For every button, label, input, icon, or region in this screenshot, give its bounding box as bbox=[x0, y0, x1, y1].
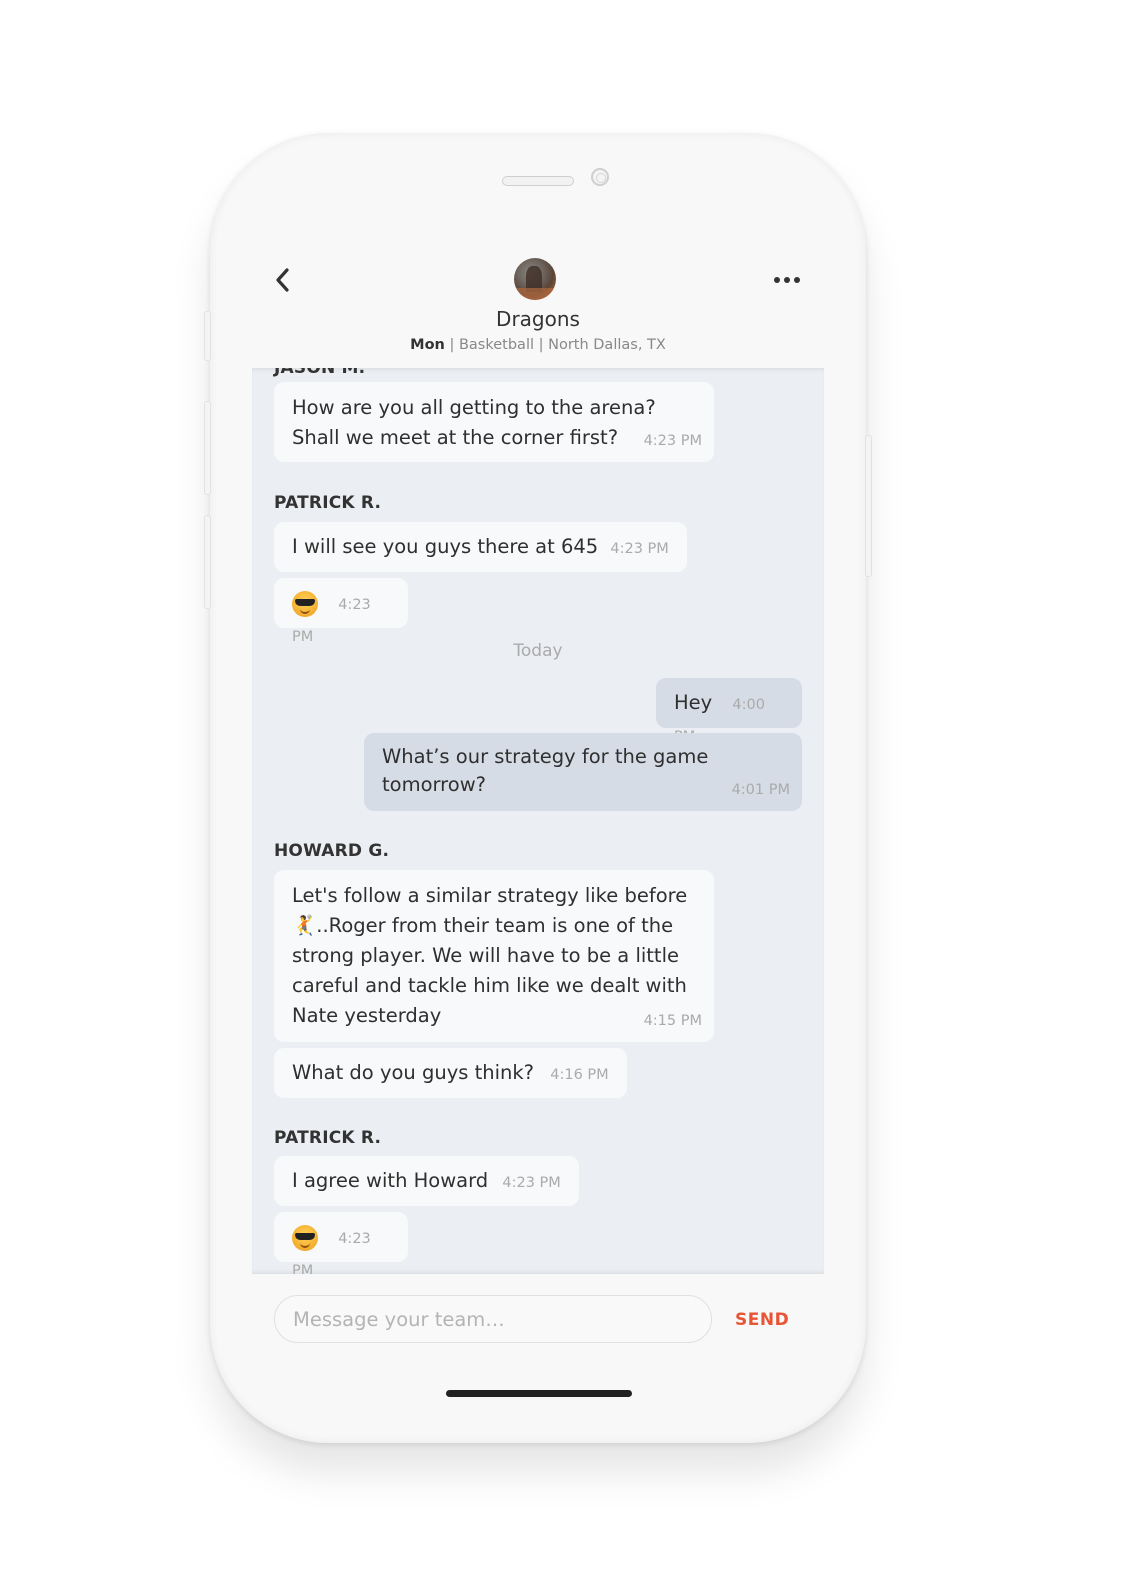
phone-frame: Dragons Mon | Basketball | North Dallas,… bbox=[204, 133, 872, 1443]
ellipsis-horizontal-icon bbox=[774, 277, 780, 283]
sunglasses-emoji-icon bbox=[292, 590, 318, 617]
my-message-bubble[interactable]: What’s our strategy for the game tomorro… bbox=[364, 733, 802, 811]
message-text: 🤾..Roger from their team is one of the bbox=[292, 914, 674, 937]
message-bubble[interactable]: Let's follow a similar strategy like bef… bbox=[274, 870, 714, 1042]
power-button bbox=[865, 435, 872, 577]
front-camera bbox=[591, 168, 609, 186]
volume-up-button bbox=[204, 401, 211, 495]
message-time: 4:16 PM bbox=[550, 1067, 609, 1083]
ellipsis-dot bbox=[784, 277, 790, 283]
send-button[interactable]: SEND bbox=[735, 1310, 789, 1330]
message-text: Hey bbox=[674, 691, 713, 714]
team-day: Mon bbox=[410, 337, 445, 353]
message-list[interactable]: JASON M. How are you all getting to the … bbox=[252, 368, 824, 1274]
sender-name: JASON M. bbox=[274, 368, 366, 378]
message-text: What’s our strategy for the game bbox=[382, 745, 709, 768]
team-details: | Basketball | North Dallas, TX bbox=[444, 337, 666, 353]
mute-switch bbox=[204, 311, 211, 361]
message-bubble[interactable]: 4:23 PM bbox=[274, 578, 408, 645]
message-text: Nate yesterday bbox=[292, 1004, 442, 1027]
message-time: 4:23 PM bbox=[643, 433, 702, 449]
message-time: 4:23 PM bbox=[610, 541, 669, 557]
volume-down-button bbox=[204, 515, 211, 609]
message-input[interactable] bbox=[274, 1295, 712, 1343]
sender-name: HOWARD G. bbox=[274, 841, 390, 861]
message-text: What do you guys think? bbox=[292, 1061, 535, 1084]
message-text: How are you all getting to the arena? bbox=[292, 396, 656, 419]
back-button[interactable] bbox=[272, 267, 296, 293]
team-info: Mon | Basketball | North Dallas, TX bbox=[252, 337, 824, 353]
message-bubble[interactable]: What do you guys think? 4:16 PM bbox=[274, 1048, 627, 1098]
chat-header: Dragons Mon | Basketball | North Dallas,… bbox=[252, 253, 824, 368]
sunglasses-emoji-icon bbox=[292, 1224, 318, 1251]
message-time: 4:01 PM bbox=[731, 782, 790, 798]
message-bubble[interactable]: I agree with Howard 4:23 PM bbox=[274, 1156, 579, 1206]
message-bubble[interactable]: How are you all getting to the arena? Sh… bbox=[274, 382, 714, 462]
message-text: careful and tackle him like we dealt wit… bbox=[292, 974, 687, 997]
home-indicator[interactable] bbox=[446, 1390, 632, 1397]
my-message-bubble[interactable]: Hey 4:00 PM bbox=[656, 678, 802, 745]
team-avatar[interactable] bbox=[514, 258, 556, 300]
ellipsis-dot bbox=[794, 277, 800, 283]
team-name: Dragons bbox=[496, 307, 580, 331]
message-time: 4:23 PM bbox=[502, 1175, 561, 1191]
day-separator: Today bbox=[513, 641, 563, 661]
message-text: tomorrow? bbox=[382, 773, 486, 796]
message-text: I will see you guys there at 645 bbox=[292, 535, 599, 558]
message-text: Let's follow a similar strategy like bef… bbox=[292, 884, 688, 907]
sender-name: PATRICK R. bbox=[274, 493, 382, 513]
message-bubble[interactable]: 4:23 PM bbox=[274, 1212, 408, 1274]
message-text: Shall we meet at the corner first? bbox=[292, 426, 619, 449]
message-time: 4:15 PM bbox=[643, 1013, 702, 1029]
message-text: strong player. We will have to be a litt… bbox=[292, 944, 679, 967]
earpiece-speaker bbox=[502, 176, 574, 186]
chevron-left-icon bbox=[276, 268, 289, 292]
message-bubble[interactable]: I will see you guys there at 645 4:23 PM bbox=[274, 522, 687, 572]
message-text: I agree with Howard bbox=[292, 1169, 489, 1192]
more-options-button[interactable] bbox=[774, 273, 804, 287]
sender-name: PATRICK R. bbox=[274, 1128, 382, 1148]
